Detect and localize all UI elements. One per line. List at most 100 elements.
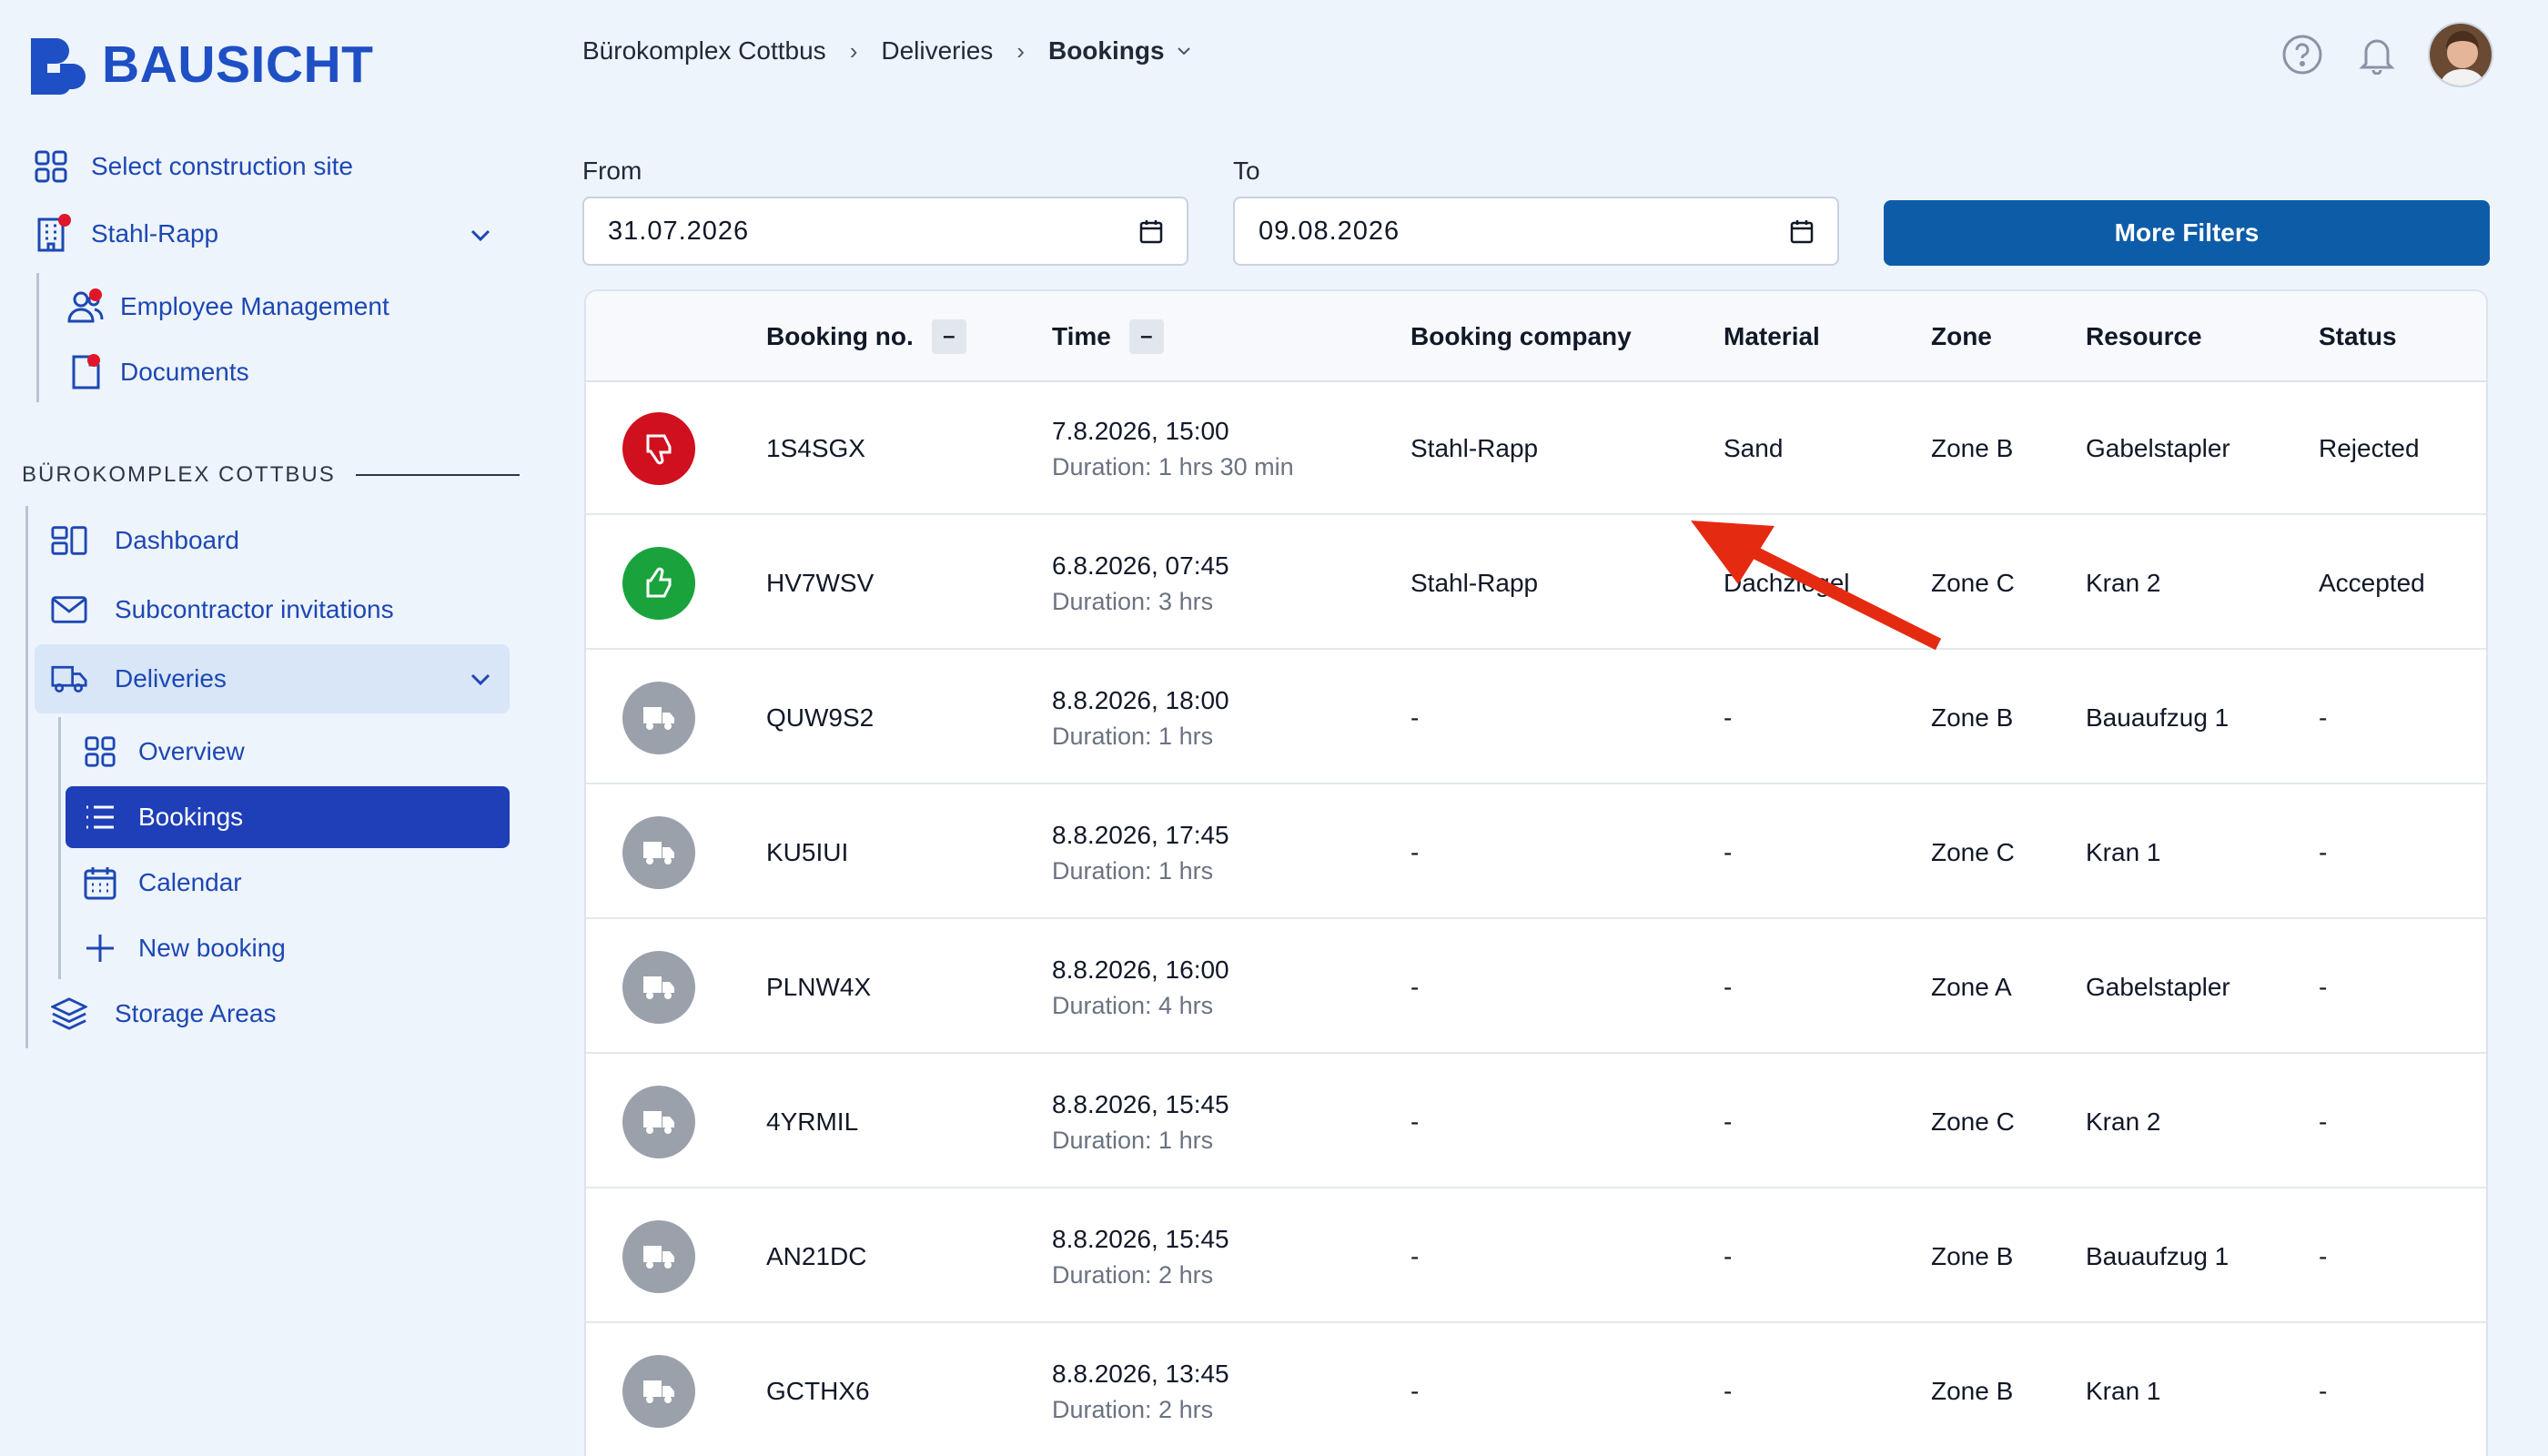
cell-zone: Zone B bbox=[1931, 434, 2014, 462]
sidebar-item-label: Dashboard bbox=[115, 526, 239, 554]
building-icon bbox=[33, 214, 71, 252]
cell-company: - bbox=[1410, 973, 1420, 1001]
cell-resource: Gabelstapler bbox=[2086, 434, 2230, 462]
document-icon bbox=[67, 354, 104, 390]
cell-company: Stahl-Rapp bbox=[1410, 569, 1539, 597]
table-row[interactable]: GCTHX6 8.8.2026, 13:45 Duration: 2 hrs -… bbox=[586, 1325, 2486, 1456]
grid-icon bbox=[33, 148, 69, 185]
sort-toggle[interactable]: – bbox=[1128, 319, 1164, 354]
table-row[interactable]: QUW9S2 8.8.2026, 18:00 Duration: 1 hrs -… bbox=[586, 652, 2486, 784]
status-indicator bbox=[622, 547, 695, 620]
header-resource[interactable]: Resource bbox=[2086, 291, 2202, 382]
help-icon[interactable] bbox=[2279, 31, 2326, 78]
cell-status: - bbox=[2319, 973, 2328, 1001]
booking-datetime: 8.8.2026, 17:45 bbox=[1052, 820, 1229, 849]
calendar-icon[interactable] bbox=[1139, 218, 1163, 244]
brand-logo[interactable]: BAUSICHT bbox=[27, 35, 374, 95]
booking-datetime: 6.8.2026, 07:45 bbox=[1052, 551, 1229, 580]
from-date-input[interactable]: 31.07.2026 bbox=[582, 197, 1188, 266]
sidebar-item-subcontractor-invitations[interactable]: Subcontractor invitations bbox=[51, 581, 394, 638]
user-avatar[interactable] bbox=[2428, 22, 2493, 87]
cell-zone: Zone C bbox=[1931, 838, 2015, 866]
cell-status: - bbox=[2319, 838, 2328, 866]
more-filters-button[interactable]: More Filters bbox=[1884, 200, 2490, 266]
truck-icon bbox=[642, 973, 676, 1002]
chevron-down-icon[interactable] bbox=[1176, 43, 1192, 59]
breadcrumb-current[interactable]: Bookings bbox=[1048, 36, 1165, 66]
cell-status: - bbox=[2319, 1107, 2328, 1136]
header-time[interactable]: Time – bbox=[1052, 291, 1164, 382]
from-date-value: 31.07.2026 bbox=[608, 216, 750, 246]
notification-dot bbox=[58, 214, 71, 227]
header-booking-no[interactable]: Booking no. – bbox=[766, 291, 966, 382]
cell-material: - bbox=[1724, 1107, 1733, 1136]
header-status[interactable]: Status bbox=[2319, 291, 2397, 382]
sidebar-item-bookings[interactable]: Bookings bbox=[82, 789, 243, 845]
cell-resource: Kran 2 bbox=[2086, 569, 2161, 597]
cell-company: - bbox=[1410, 838, 1420, 866]
sidebar-item-new-booking[interactable]: New booking bbox=[82, 920, 286, 976]
booking-duration: Duration: 2 hrs bbox=[1052, 1395, 1214, 1423]
header-material[interactable]: Material bbox=[1724, 291, 1820, 382]
cell-time: 8.8.2026, 15:45 Duration: 1 hrs bbox=[1052, 1056, 1229, 1188]
status-indicator bbox=[622, 682, 695, 754]
cell-company: - bbox=[1410, 1242, 1420, 1270]
sidebar-item-storage-areas[interactable]: Storage Areas bbox=[51, 986, 276, 1042]
cell-material: - bbox=[1724, 1242, 1733, 1270]
sidebar-item-label: Storage Areas bbox=[115, 999, 277, 1027]
booking-duration: Duration: 2 hrs bbox=[1052, 1260, 1214, 1289]
status-indicator bbox=[622, 412, 695, 485]
sidebar-item-calendar[interactable]: Calendar bbox=[82, 854, 242, 911]
documents-link[interactable]: Documents bbox=[67, 344, 249, 400]
table-row[interactable]: 1S4SGX 7.8.2026, 15:00 Duration: 1 hrs 3… bbox=[586, 382, 2486, 515]
status-indicator bbox=[622, 951, 695, 1024]
thumbs-down-icon bbox=[641, 430, 677, 467]
status-indicator bbox=[622, 1355, 695, 1428]
cell-booking-no: AN21DC bbox=[766, 1242, 867, 1270]
header-booking-company[interactable]: Booking company bbox=[1410, 291, 1632, 382]
cell-time: 8.8.2026, 15:45 Duration: 2 hrs bbox=[1052, 1190, 1229, 1323]
sidebar-item-deliveries[interactable]: Deliveries bbox=[51, 651, 227, 707]
table-row[interactable]: KU5IUI 8.8.2026, 17:45 Duration: 1 hrs -… bbox=[586, 786, 2486, 919]
cell-booking-no: PLNW4X bbox=[766, 973, 872, 1001]
cell-status: - bbox=[2319, 703, 2328, 732]
top-actions bbox=[2279, 22, 2493, 87]
dashboard-icon bbox=[51, 522, 87, 559]
booking-datetime: 7.8.2026, 15:00 bbox=[1052, 416, 1229, 445]
breadcrumb-site[interactable]: Bürokomplex Cottbus bbox=[582, 36, 826, 66]
sidebar-item-label: Bookings bbox=[138, 803, 244, 831]
truck-icon bbox=[642, 1377, 676, 1406]
bell-icon[interactable] bbox=[2353, 31, 2401, 78]
sidebar-item-label: Calendar bbox=[138, 868, 242, 896]
cell-status: - bbox=[2319, 1377, 2328, 1405]
sidebar-item-dashboard[interactable]: Dashboard bbox=[51, 512, 239, 569]
table-row[interactable]: HV7WSV 6.8.2026, 07:45 Duration: 3 hrs S… bbox=[586, 517, 2486, 650]
chevron-down-icon[interactable] bbox=[468, 222, 493, 248]
to-date-input[interactable]: 09.08.2026 bbox=[1233, 197, 1839, 266]
cell-company: - bbox=[1410, 703, 1420, 732]
table-row[interactable]: PLNW4X 8.8.2026, 16:00 Duration: 4 hrs -… bbox=[586, 921, 2486, 1054]
calendar-icon[interactable] bbox=[1790, 218, 1814, 244]
to-date-value: 09.08.2026 bbox=[1259, 216, 1400, 246]
tree-line bbox=[58, 717, 61, 979]
booking-duration: Duration: 1 hrs 30 min bbox=[1052, 452, 1294, 480]
table-row[interactable]: AN21DC 8.8.2026, 15:45 Duration: 2 hrs -… bbox=[586, 1190, 2486, 1323]
cell-booking-no: 4YRMIL bbox=[766, 1107, 859, 1136]
cell-booking-no: KU5IUI bbox=[766, 838, 849, 866]
status-indicator bbox=[622, 1220, 695, 1293]
sidebar-item-label: New booking bbox=[138, 934, 286, 962]
header-label: Time bbox=[1052, 322, 1111, 350]
sort-toggle[interactable]: – bbox=[931, 319, 966, 354]
select-site-link[interactable]: Select construction site bbox=[33, 138, 353, 195]
employee-management-link[interactable]: Employee Management bbox=[67, 278, 389, 335]
company-selector[interactable]: Stahl-Rapp bbox=[33, 206, 218, 262]
header-zone[interactable]: Zone bbox=[1931, 291, 1992, 382]
table-row[interactable]: 4YRMIL 8.8.2026, 15:45 Duration: 1 hrs -… bbox=[586, 1056, 2486, 1188]
breadcrumb-section[interactable]: Deliveries bbox=[881, 36, 993, 66]
chevron-down-icon[interactable] bbox=[468, 666, 493, 692]
truck-icon bbox=[642, 838, 676, 867]
cell-time: 8.8.2026, 18:00 Duration: 1 hrs bbox=[1052, 652, 1229, 784]
cell-time: 8.8.2026, 13:45 Duration: 2 hrs bbox=[1052, 1325, 1229, 1456]
sidebar-item-overview[interactable]: Overview bbox=[82, 723, 245, 780]
site-section-label: BÜROKOMPLEX COTTBUS bbox=[22, 462, 336, 487]
